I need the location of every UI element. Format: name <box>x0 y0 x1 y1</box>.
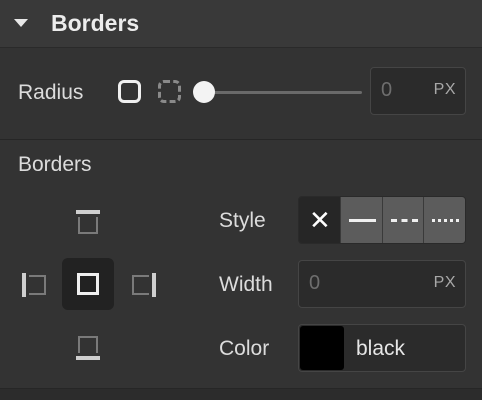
border-top-icon <box>76 210 100 214</box>
borders-panel: Borders Radius 0 PX Borders Style ✕ Widt… <box>0 0 482 400</box>
border-right-button[interactable] <box>130 273 156 297</box>
section-title: Borders <box>51 10 140 36</box>
border-right-outline <box>132 275 149 295</box>
border-top-button[interactable] <box>76 210 100 236</box>
color-value[interactable]: black <box>356 337 405 361</box>
all-corners-icon[interactable] <box>118 80 141 103</box>
border-bottom-outline <box>78 336 98 353</box>
border-all-button[interactable] <box>62 258 114 310</box>
radius-unit[interactable]: PX <box>434 81 456 99</box>
border-top-outline <box>78 217 98 234</box>
radius-input[interactable]: 0 PX <box>370 67 466 115</box>
style-dashed-button[interactable] <box>381 197 424 243</box>
radius-slider-track[interactable] <box>204 91 362 94</box>
border-width-unit[interactable]: PX <box>434 274 456 292</box>
close-icon: ✕ <box>309 205 331 235</box>
style-solid-button[interactable] <box>340 197 382 243</box>
radius-slider-thumb[interactable] <box>193 81 215 103</box>
border-width-input[interactable]: 0 PX <box>298 260 466 308</box>
width-label: Width <box>219 273 273 296</box>
border-left-button[interactable] <box>22 273 48 297</box>
style-dotted-button[interactable] <box>423 197 465 243</box>
border-bottom-button[interactable] <box>76 334 100 360</box>
border-left-outline <box>29 275 46 295</box>
border-all-icon <box>77 273 99 295</box>
color-swatch[interactable] <box>300 326 344 370</box>
borders-label: Borders <box>18 153 92 176</box>
radius-row: Radius 0 PX <box>0 48 482 140</box>
section-header[interactable]: Borders <box>0 0 482 48</box>
dotted-line-icon <box>432 219 460 222</box>
dashed-line-icon <box>390 219 418 222</box>
border-right-icon <box>152 273 156 297</box>
color-label: Color <box>219 337 270 360</box>
caret-down-icon[interactable] <box>14 19 28 27</box>
style-none-button[interactable]: ✕ <box>299 197 341 243</box>
style-label: Style <box>219 209 266 232</box>
section-divider <box>0 388 482 400</box>
radius-label: Radius <box>18 81 84 104</box>
border-bottom-icon <box>76 356 100 360</box>
solid-line-icon <box>349 219 377 222</box>
radius-value: 0 <box>381 79 393 101</box>
border-color-input[interactable]: black <box>298 324 466 372</box>
border-left-icon <box>22 273 26 297</box>
border-style-group: ✕ <box>298 196 466 244</box>
individual-corners-icon[interactable] <box>158 80 181 103</box>
border-width-placeholder: 0 <box>309 272 321 294</box>
borders-section: Borders Style ✕ Width 0 PX Color black <box>0 141 482 389</box>
